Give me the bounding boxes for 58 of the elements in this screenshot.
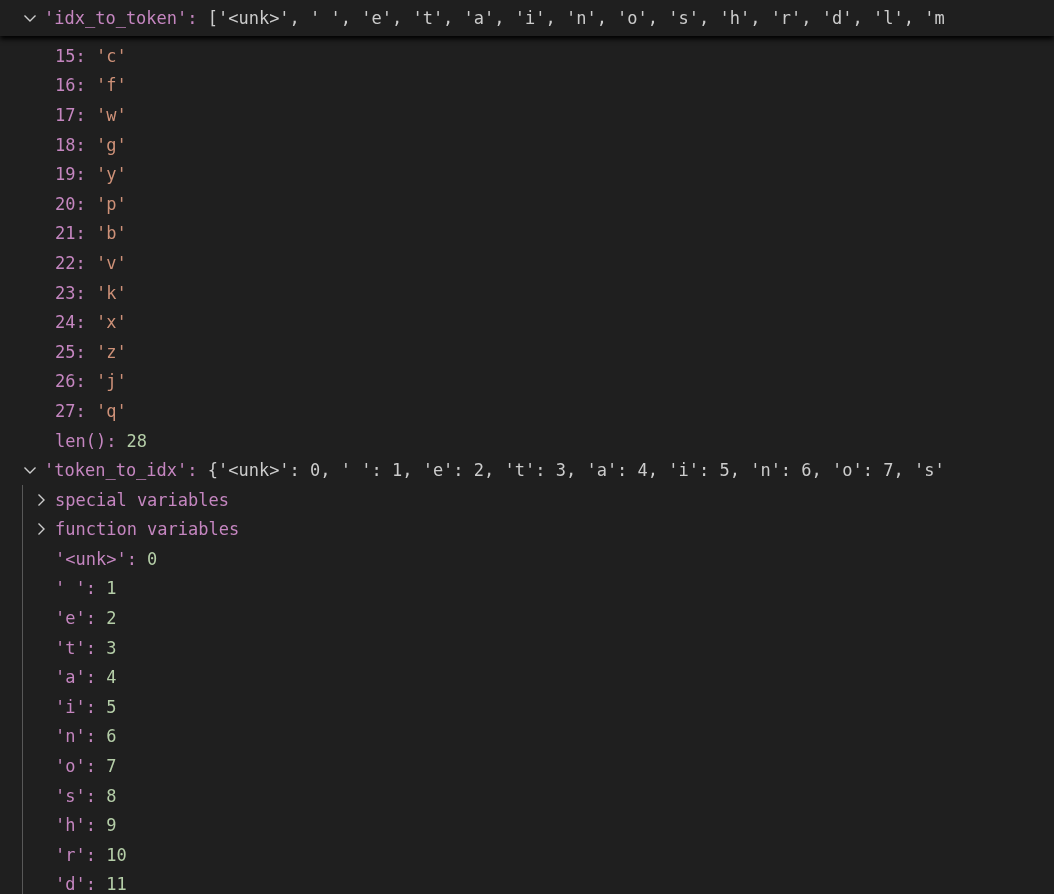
variable-value: 'f' (95, 75, 127, 96)
variable-name: 21: (55, 223, 86, 244)
variable-value: 'p' (95, 193, 127, 214)
variable-name: 22: (55, 252, 86, 273)
variable-name: 't': (55, 637, 96, 658)
variable-name: 27: (55, 400, 86, 421)
variable-name: 'd': (55, 874, 96, 894)
variable-value: 4 (106, 667, 117, 688)
variable-value: {'<unk>': 0, ' ': 1, 'e': 2, 't': 3, 'a': 4, 'i': 5, 'n': 6, 'o': 7, 's' (207, 460, 945, 481)
variable-name: 'o': (55, 756, 96, 777)
variable-name: 'a': (55, 667, 96, 688)
variable-value: 6 (106, 726, 117, 747)
variable-value: 9 (106, 815, 117, 836)
variable-name: '<unk>': (55, 548, 137, 569)
variable-value: ['<unk>', ' ', 'e', 't', 'a', 'i', 'n', 'o', 's', 'h', 'r', 'd', 'l', 'm (207, 8, 945, 28)
variable-value: 'v' (95, 252, 127, 273)
variable-value: 'j' (95, 371, 127, 392)
variable-value: 'g' (95, 134, 127, 155)
variable-name: 's': (55, 785, 96, 806)
variable-name: function variables (55, 519, 240, 540)
variable-value: 10 (106, 844, 127, 865)
variable-name: 19: (55, 164, 86, 185)
variable-value: 3 (106, 637, 117, 658)
variable-value: 7 (106, 756, 117, 777)
variable-value: 'x' (95, 312, 127, 333)
variable-name: 25: (55, 341, 86, 362)
variable-name: len(): (55, 430, 117, 451)
variable-value: 8 (106, 785, 117, 806)
variable-value: 'b' (95, 223, 127, 244)
variable-value: 'q' (95, 400, 127, 421)
variable-value: 2 (106, 608, 117, 629)
variable-name: 20: (55, 193, 86, 214)
variable-name: 24: (55, 312, 86, 333)
variable-value: 1 (106, 578, 117, 599)
variable-value: 'y' (95, 164, 127, 185)
variable-name: special variables (55, 489, 229, 510)
variable-name: 'h': (55, 815, 96, 836)
variable-name: 'i': (55, 696, 96, 717)
variable-name: 18: (55, 134, 86, 155)
variable-name: 15: (55, 45, 86, 66)
variable-value: 'k' (95, 282, 127, 303)
variable-name: 23: (55, 282, 86, 303)
variable-value: 28 (126, 430, 148, 451)
variable-name: 17: (55, 105, 86, 125)
variable-name: 'token_to_idx': (44, 460, 198, 481)
variable-value: 11 (106, 874, 127, 894)
variable-value: 'w' (95, 105, 127, 125)
variable-name: 26: (55, 371, 86, 392)
variable-name: 'r': (55, 844, 96, 865)
variable-name: 'idx_to_token': (44, 8, 198, 28)
variable-value: 'c' (95, 45, 127, 66)
variable-value: 5 (106, 696, 117, 717)
variable-name: 'e': (55, 608, 96, 629)
variable-name: 16: (55, 75, 86, 96)
variable-value: 0 (147, 548, 158, 569)
variable-name: ' ': (55, 578, 96, 599)
variable-name: 'n': (55, 726, 96, 747)
variable-value: 'z' (95, 341, 127, 362)
